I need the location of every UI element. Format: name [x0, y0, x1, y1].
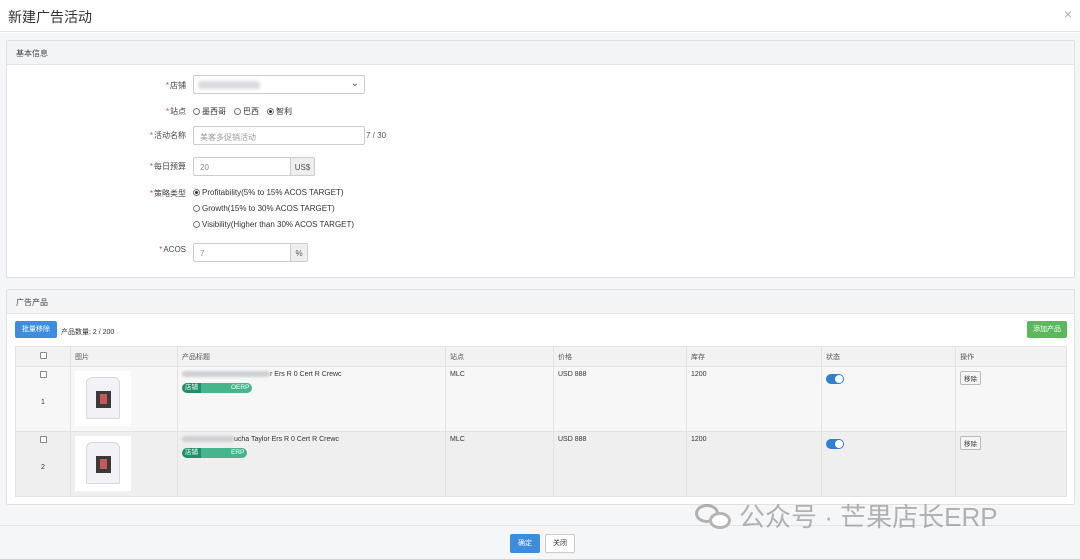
product-stock: 1200 — [686, 431, 822, 497]
product-title: ucha Taylor Ers R 0 Cert R Crewc — [182, 436, 441, 443]
new-ad-campaign-modal: 新建广告活动 × 基本信息 *店铺 ⌄ *站点 墨西哥 巴西 智利 *活动名称 … — [0, 0, 1080, 559]
acos-unit: % — [290, 243, 308, 262]
table-row: 2 ucha Taylor Ers R 0 Cert R Crewc 店铺 ERP… — [15, 431, 1067, 497]
col-status: 状态 — [821, 346, 956, 367]
product-site: MLC — [445, 366, 554, 432]
product-count-value: 2 / 200 — [92, 329, 115, 336]
campaign-name-label: 活动名称 — [154, 131, 186, 140]
row-checkbox[interactable] — [39, 436, 47, 443]
strategy-option-visibility[interactable]: Visibility(Higher than 30% ACOS TARGET) — [193, 220, 354, 229]
store-tag: 店铺 ERP — [182, 448, 248, 458]
basic-info-panel: 基本信息 *店铺 ⌄ *站点 墨西哥 巴西 智利 *活动名称 美客多促销活动 7… — [6, 40, 1075, 278]
watermark-text: 公众号 · 芒果店长ERP — [739, 502, 998, 532]
add-product-button[interactable]: 添加产品 — [1027, 321, 1067, 338]
radio-icon — [193, 108, 200, 115]
basic-info-title: 基本信息 — [7, 41, 1074, 65]
strategy-radio-group: Profitability(5% to 15% ACOS TARGET) Gro… — [193, 188, 354, 229]
radio-icon — [193, 205, 200, 212]
strategy-option-profitability[interactable]: Profitability(5% to 15% ACOS TARGET) — [193, 188, 354, 197]
row-index: 2 — [41, 464, 45, 471]
ad-products-title: 广告产品 — [7, 290, 1074, 314]
budget-label: 每日预算 — [154, 162, 186, 171]
row-index: 1 — [41, 399, 45, 406]
acos-label: ACOS — [163, 245, 186, 254]
col-site: 站点 — [445, 346, 554, 367]
radio-selected-icon — [267, 108, 274, 115]
acos-input[interactable]: 7 — [193, 243, 291, 262]
store-label: 店铺 — [170, 81, 186, 90]
confirm-button[interactable]: 确定 — [510, 534, 540, 553]
col-title: 产品标题 — [177, 346, 446, 367]
products-table: 图片 产品标题 站点 价格 库存 状态 操作 1 r Ers R 0 Cert … — [15, 346, 1067, 497]
site-option-brazil[interactable]: 巴西 — [234, 106, 259, 117]
store-select[interactable]: ⌄ — [193, 75, 365, 94]
modal-header: 新建广告活动 × — [0, 0, 1080, 32]
product-price: USD 888 — [553, 431, 687, 497]
col-image: 图片 — [70, 346, 178, 367]
site-option-mexico[interactable]: 墨西哥 — [193, 106, 226, 117]
product-title: r Ers R 0 Cert R Crewc — [182, 371, 441, 378]
col-price: 价格 — [553, 346, 687, 367]
store-value-blurred — [198, 81, 260, 89]
store-row: *店铺 ⌄ — [7, 75, 1074, 94]
campaign-name-counter: 7 / 30 — [366, 131, 387, 140]
budget-input[interactable]: 20 — [193, 157, 291, 176]
row-checkbox[interactable] — [39, 371, 47, 378]
chevron-down-icon: ⌄ — [350, 78, 359, 89]
product-count-label: 产品数量: — [61, 329, 91, 336]
watermark: 公众号 · 芒果店长ERP — [695, 497, 998, 534]
strategy-label: 策略类型 — [154, 189, 186, 198]
status-toggle[interactable] — [826, 374, 844, 384]
product-price: USD 888 — [553, 366, 687, 432]
budget-unit: US$ — [290, 157, 315, 176]
radio-selected-icon — [193, 189, 200, 196]
strategy-option-growth[interactable]: Growth(15% to 30% ACOS TARGET) — [193, 204, 354, 213]
table-row: 1 r Ers R 0 Cert R Crewc 店铺 OERP MLC USD … — [15, 366, 1067, 432]
col-action: 操作 — [955, 346, 1067, 367]
close-icon[interactable]: × — [1064, 6, 1072, 22]
remove-button[interactable]: 移除 — [960, 436, 981, 450]
store-tag: 店铺 OERP — [182, 383, 253, 393]
site-label: 站点 — [170, 107, 186, 116]
status-toggle[interactable] — [826, 439, 844, 449]
remove-button[interactable]: 移除 — [960, 371, 981, 385]
close-button[interactable]: 关闭 — [545, 534, 575, 553]
campaign-name-input[interactable]: 美客多促销活动 — [193, 126, 365, 145]
radio-icon — [234, 108, 241, 115]
col-stock: 库存 — [686, 346, 822, 367]
site-radio-group: 墨西哥 巴西 智利 — [193, 106, 292, 117]
select-all-checkbox[interactable] — [39, 352, 47, 359]
product-stock: 1200 — [686, 366, 822, 432]
ad-products-panel: 广告产品 批量移除 产品数量: 2 / 200 添加产品 图片 产品标题 站点 … — [6, 289, 1075, 505]
modal-title: 新建广告活动 — [8, 9, 92, 25]
wechat-icon — [695, 502, 733, 530]
site-option-chile[interactable]: 智利 — [267, 106, 292, 117]
product-site: MLC — [445, 431, 554, 497]
product-image — [75, 436, 131, 491]
select-all-cell — [15, 346, 71, 367]
product-image — [75, 371, 131, 426]
table-header-row: 图片 产品标题 站点 价格 库存 状态 操作 — [15, 346, 1067, 367]
radio-icon — [193, 221, 200, 228]
modal-body: 基本信息 *店铺 ⌄ *站点 墨西哥 巴西 智利 *活动名称 美客多促销活动 7… — [0, 33, 1080, 525]
batch-remove-button[interactable]: 批量移除 — [15, 321, 57, 338]
